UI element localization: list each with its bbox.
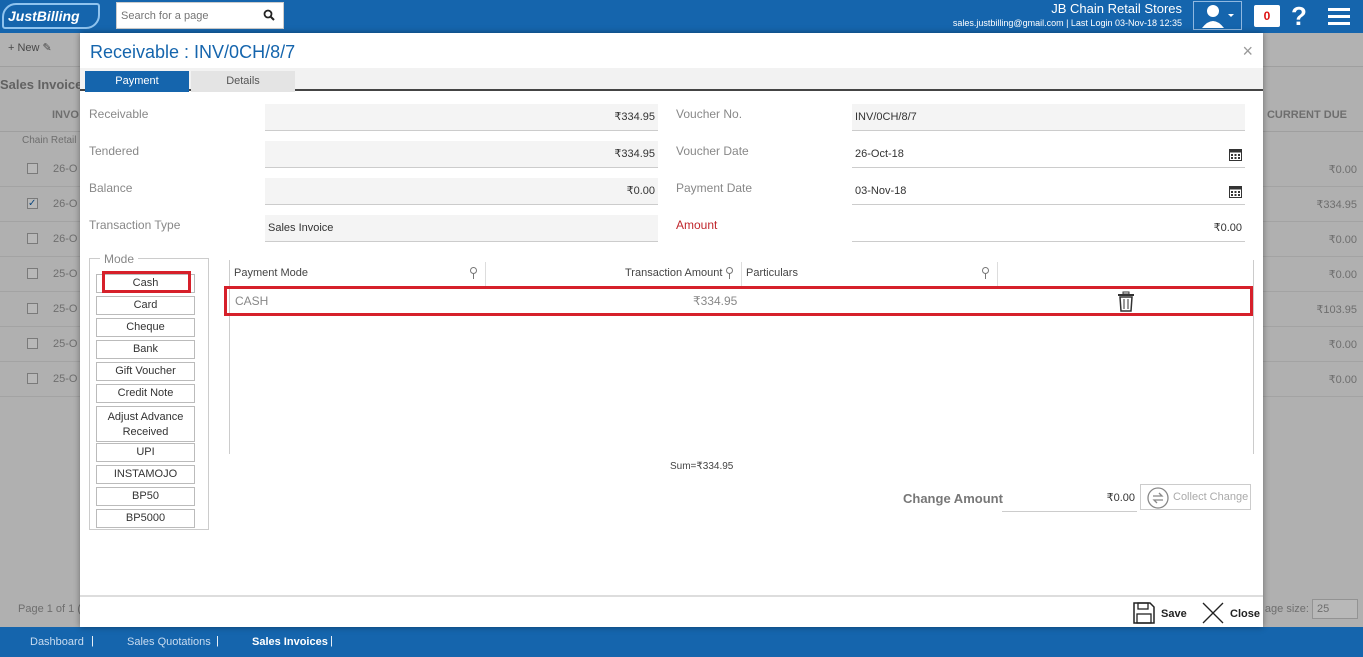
tendered-field: ₹334.95 [265,141,658,168]
mode-adjust-advance-button[interactable]: Adjust Advance Received [96,406,195,442]
receivable-field: ₹334.95 [265,104,658,131]
voucher-date-label: Voucher Date [676,144,749,158]
payment-date-field[interactable]: 03-Nov-18 [852,178,1245,205]
filter-pin-icon[interactable] [725,267,734,279]
col-payment-mode: Payment Mode [234,267,308,279]
mode-legend: Mode [100,252,139,266]
mode-credit-note-button[interactable]: Credit Note [96,384,195,403]
filter-pin-icon[interactable] [981,267,990,279]
page-search [116,2,284,29]
modal-tabs: Payment Details [80,68,1263,92]
change-amount-label: Change Amount [903,491,1003,506]
bottom-nav: Dashboard | Sales Quotations | Sales Inv… [0,627,1363,657]
company-meta: sales.justbilling@gmail.com | Last Login… [952,18,1182,28]
col-transaction-amount: Transaction Amount [625,267,723,279]
voucher-no-label: Voucher No. [676,107,743,121]
nav-sales-quotations[interactable]: Sales Quotations [127,636,211,648]
close-button[interactable]: Close [1202,602,1262,624]
balance-label: Balance [89,181,133,195]
notification-badge[interactable]: 0 [1254,5,1280,27]
payment-sum: Sum=₹334.95 [670,461,734,472]
mode-cheque-button[interactable]: Cheque [96,318,195,337]
close-x-icon [1202,602,1224,624]
mode-instamojo-button[interactable]: INSTAMOJO [96,465,195,484]
balance-field: ₹0.00 [265,178,658,205]
mode-gift-voucher-button[interactable]: Gift Voucher [96,362,195,381]
mode-bp50-button[interactable]: BP50 [96,487,195,506]
nav-sales-invoices[interactable]: Sales Invoices [252,636,328,648]
amount-label: Amount [676,218,718,232]
search-icon[interactable] [263,9,275,21]
app-logo[interactable]: JustBilling [2,3,100,29]
transaction-type-field: Sales Invoice [265,215,658,242]
mode-card-button[interactable]: Card [96,296,195,315]
change-amount-field: ₹0.00 [1002,484,1137,512]
nav-dashboard[interactable]: Dashboard [30,636,84,648]
row-highlight [224,286,1253,316]
filter-pin-icon[interactable] [469,267,478,279]
transaction-type-label: Transaction Type [89,218,181,232]
mode-group: Mode Cash Card Cheque Bank Gift Voucher … [89,252,209,530]
collect-change-button[interactable]: Collect Change [1140,484,1251,510]
cash-highlight [102,271,191,293]
modal-footer: Save Close [80,595,1263,627]
help-icon[interactable]: ? [1291,0,1307,32]
tab-payment[interactable]: Payment [85,71,189,92]
close-icon[interactable]: × [1242,41,1253,62]
calendar-icon[interactable] [1229,185,1242,198]
mode-upi-button[interactable]: UPI [96,443,195,462]
payment-date-label: Payment Date [676,181,753,195]
receivable-label: Receivable [89,107,149,121]
receivable-modal: Receivable : INV/0CH/8/7 × Payment Detai… [80,33,1263,627]
modal-title: Receivable : INV/0CH/8/7 [90,42,296,62]
tendered-label: Tendered [89,144,140,158]
col-particulars: Particulars [746,267,798,279]
exchange-icon [1147,487,1169,509]
save-button[interactable]: Save [1133,602,1188,624]
mode-bp5000-button[interactable]: BP5000 [96,509,195,528]
hamburger-menu-icon[interactable] [1328,8,1350,25]
user-menu-button[interactable] [1193,1,1242,30]
mode-bank-button[interactable]: Bank [96,340,195,359]
voucher-no-field: INV/0CH/8/7 [852,104,1245,131]
company-name: JB Chain Retail Stores [1051,1,1182,16]
calendar-icon[interactable] [1229,148,1242,161]
tab-details[interactable]: Details [191,71,295,92]
company-info: JB Chain Retail Stores sales.justbilling… [953,1,1182,30]
voucher-date-field[interactable]: 26-Oct-18 [852,141,1245,168]
save-icon [1133,602,1155,624]
top-bar: JustBilling JB Chain Retail Stores sales… [0,0,1363,33]
amount-field[interactable]: ₹0.00 [852,215,1245,242]
payment-grid-header: Payment Mode Transaction Amount Particul… [230,260,1253,287]
search-input[interactable] [117,3,257,28]
user-icon [1202,5,1234,28]
